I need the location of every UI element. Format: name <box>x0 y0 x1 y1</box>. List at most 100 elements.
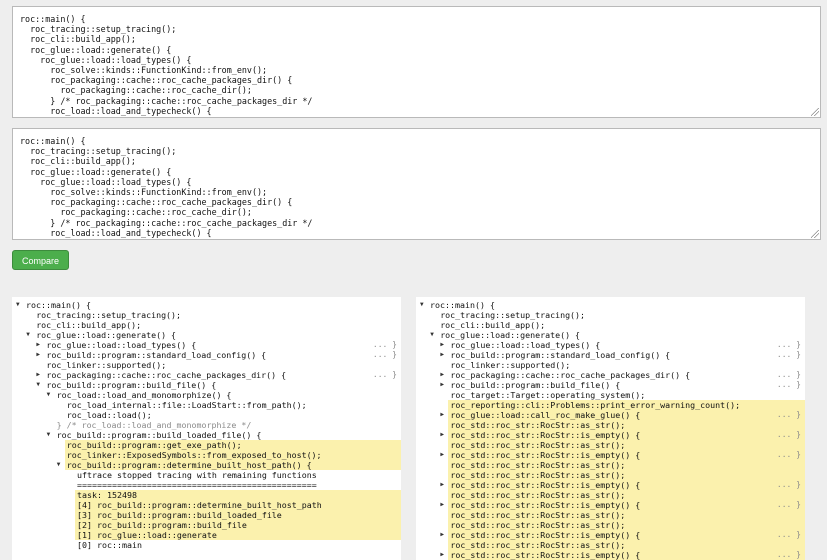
tree-row: roc_std::roc_str::RocStr::as_str(); <box>416 510 805 520</box>
tree-row[interactable]: ▶ roc_std::roc_str::RocStr::is_empty() {.… <box>416 500 805 510</box>
tree-row-label: } /* roc_load::load_and_monomorphize */ <box>56 420 252 430</box>
caret-right-icon[interactable]: ▶ <box>440 480 444 490</box>
caret-down-icon[interactable]: ▼ <box>36 380 40 390</box>
tree-row[interactable]: ▶ roc_glue::load::load_types() { ... } <box>12 340 401 350</box>
tree-row: roc_std::roc_str::RocStr::as_str(); <box>416 440 805 450</box>
tree-row-label: roc_glue::load::call_roc_make_glue() { <box>450 410 641 420</box>
caret-right-icon[interactable]: ▶ <box>440 550 444 560</box>
tree-row-label: roc_std::roc_str::RocStr::is_empty() { <box>450 450 641 460</box>
resize-grip-icon[interactable] <box>811 108 819 116</box>
caret-right-icon[interactable]: ▶ <box>440 350 444 360</box>
tree-row: roc_std::roc_str::RocStr::as_str(); <box>416 420 805 430</box>
compare-button[interactable]: Compare <box>12 250 69 270</box>
collapsed-indicator[interactable]: ... } <box>777 530 801 540</box>
tree-row-label: roc_linker::ExposedSymbols::from_exposed… <box>66 450 322 460</box>
collapsed-indicator[interactable]: ... } <box>373 370 397 380</box>
collapsed-indicator[interactable]: ... } <box>373 340 397 350</box>
tree-row-label: [3] roc_build::program::build_loaded_fil… <box>77 510 282 520</box>
resize-grip-icon[interactable] <box>811 230 819 238</box>
caret-down-icon[interactable]: ▼ <box>430 330 434 340</box>
tree-row-label: [0] roc::main <box>77 540 142 550</box>
tree-row-label: roc_std::roc_str::RocStr::as_str(); <box>450 460 626 470</box>
tree-row[interactable]: ▶ roc_std::roc_str::RocStr::is_empty() {.… <box>416 480 805 490</box>
caret-right-icon[interactable]: ▶ <box>440 500 444 510</box>
tree-row-label: roc_std::roc_str::RocStr::is_empty() { <box>450 500 641 510</box>
tree-row-label: roc_load::load_and_monomorphize() { <box>56 390 232 400</box>
tree-row-label: task: 152498 <box>77 490 137 500</box>
collapsed-indicator[interactable]: ... } <box>777 450 801 460</box>
tree-row: roc_std::roc_str::RocStr::as_str(); <box>416 490 805 500</box>
collapsed-indicator[interactable]: ... } <box>777 500 801 510</box>
caret-right-icon[interactable]: ▶ <box>440 410 444 420</box>
tree-row[interactable]: ▼ roc_load::load_and_monomorphize() { <box>12 390 401 400</box>
tree-row-label: roc_build::program::standard_load_config… <box>450 350 671 360</box>
tree-row[interactable]: ▶ roc_glue::load::call_roc_make_glue() {.… <box>416 410 805 420</box>
collapsed-indicator[interactable]: ... } <box>777 410 801 420</box>
tree-row-label: roc_build::program::build_file() { <box>46 380 217 390</box>
tree-row[interactable]: ▼ roc::main() { <box>12 300 401 310</box>
tree-row-label: [1] roc_glue::load::generate <box>77 530 217 540</box>
tree-row-label: roc_linker::supported(); <box>46 360 167 370</box>
caret-down-icon[interactable]: ▼ <box>16 300 20 310</box>
caret-right-icon[interactable]: ▶ <box>440 370 444 380</box>
tree-row-label: roc_reporting::cli::Problems::print_erro… <box>450 400 741 410</box>
tree-row: roc_load_internal::file::LoadStart::from… <box>12 400 401 410</box>
tree-row-label: roc_std::roc_str::RocStr::as_str(); <box>450 420 626 430</box>
caret-right-icon[interactable]: ▶ <box>36 340 40 350</box>
tree-row[interactable]: ▶ roc_build::program::standard_load_confi… <box>416 350 805 360</box>
tree-row: uftrace stopped tracing with remaining f… <box>12 470 401 480</box>
tree-row[interactable]: ▼ roc_glue::load::generate() { <box>416 330 805 340</box>
collapsed-indicator[interactable]: ... } <box>777 380 801 390</box>
tree-row[interactable]: ▼ roc_glue::load::generate() { <box>12 330 401 340</box>
collapsed-indicator[interactable]: ... } <box>777 480 801 490</box>
tree-row[interactable]: ▶ roc_build::program::build_file() { ... } <box>416 380 805 390</box>
tree-row-label: roc_std::roc_str::RocStr::is_empty() { <box>450 550 641 560</box>
collapsed-indicator[interactable]: ... } <box>777 340 801 350</box>
trace-input-right-text[interactable]: roc::main() { roc_tracing::setup_tracing… <box>13 129 820 239</box>
tree-row-label: roc_build::program::build_file() { <box>450 380 621 390</box>
tree-row-label: uftrace stopped tracing with remaining f… <box>77 470 317 480</box>
caret-down-icon[interactable]: ▼ <box>420 300 424 310</box>
collapsed-indicator[interactable]: ... } <box>777 550 801 560</box>
caret-right-icon[interactable]: ▶ <box>36 350 40 360</box>
collapsed-indicator[interactable]: ... } <box>373 350 397 360</box>
caret-down-icon[interactable]: ▼ <box>57 460 61 470</box>
tree-row: roc_build::program::get_exe_path(); <box>12 440 401 450</box>
trace-input-left[interactable]: roc::main() { roc_tracing::setup_tracing… <box>12 6 821 118</box>
caret-down-icon[interactable]: ▼ <box>47 390 51 400</box>
tree-row[interactable]: ▶ roc_packaging::cache::roc_cache_package… <box>416 370 805 380</box>
trace-input-left-text[interactable]: roc::main() { roc_tracing::setup_tracing… <box>13 7 820 117</box>
collapsed-indicator[interactable]: ... } <box>777 350 801 360</box>
tree-row-label: roc_tracing::setup_tracing(); <box>36 310 182 320</box>
tree-row-label: roc_std::roc_str::RocStr::as_str(); <box>450 540 626 550</box>
tree-row-label: roc_glue::load::load_types() { <box>46 340 197 350</box>
collapsed-indicator[interactable]: ... } <box>777 430 801 440</box>
tree-row-label: roc_std::roc_str::RocStr::as_str(); <box>450 490 626 500</box>
tree-row[interactable]: ▼ roc_build::program::build_file() { <box>12 380 401 390</box>
tree-row[interactable]: ▶ roc_std::roc_str::RocStr::is_empty() {.… <box>416 450 805 460</box>
tree-row[interactable]: ▶ roc_std::roc_str::RocStr::is_empty() {.… <box>416 530 805 540</box>
caret-right-icon[interactable]: ▶ <box>440 430 444 440</box>
caret-right-icon[interactable]: ▶ <box>36 370 40 380</box>
tree-row[interactable]: ▼ roc_build::program::build_loaded_file()… <box>12 430 401 440</box>
tree-row[interactable]: ▶ roc_std::roc_str::RocStr::is_empty() {.… <box>416 430 805 440</box>
caret-right-icon[interactable]: ▶ <box>440 530 444 540</box>
caret-right-icon[interactable]: ▶ <box>440 450 444 460</box>
trace-input-right[interactable]: roc::main() { roc_tracing::setup_tracing… <box>12 128 821 240</box>
tree-row[interactable]: ▶ roc_packaging::cache::roc_cache_package… <box>12 370 401 380</box>
tree-row[interactable]: ▶ roc_std::roc_str::RocStr::is_empty() {.… <box>416 550 805 560</box>
tree-row: roc_std::roc_str::RocStr::as_str(); <box>416 460 805 470</box>
tree-row-label: [4] roc_build::program::determine_built_… <box>77 500 322 510</box>
caret-down-icon[interactable]: ▼ <box>47 430 51 440</box>
tree-row-label: roc_build::program::get_exe_path(); <box>66 440 242 450</box>
tree-row[interactable]: ▼ roc::main() { <box>416 300 805 310</box>
caret-right-icon[interactable]: ▶ <box>440 340 444 350</box>
caret-down-icon[interactable]: ▼ <box>26 330 30 340</box>
tree-row: } /* roc_load::load_and_monomorphize */ <box>12 420 401 430</box>
collapsed-indicator[interactable]: ... } <box>777 370 801 380</box>
tree-row: roc_cli::build_app(); <box>416 320 805 330</box>
tree-row[interactable]: ▼ roc_build::program::determine_built_hos… <box>12 460 401 470</box>
caret-right-icon[interactable]: ▶ <box>440 380 444 390</box>
tree-row[interactable]: ▶ roc_glue::load::load_types() {... } <box>416 340 805 350</box>
tree-row[interactable]: ▶ roc_build::program::standard_load_confi… <box>12 350 401 360</box>
